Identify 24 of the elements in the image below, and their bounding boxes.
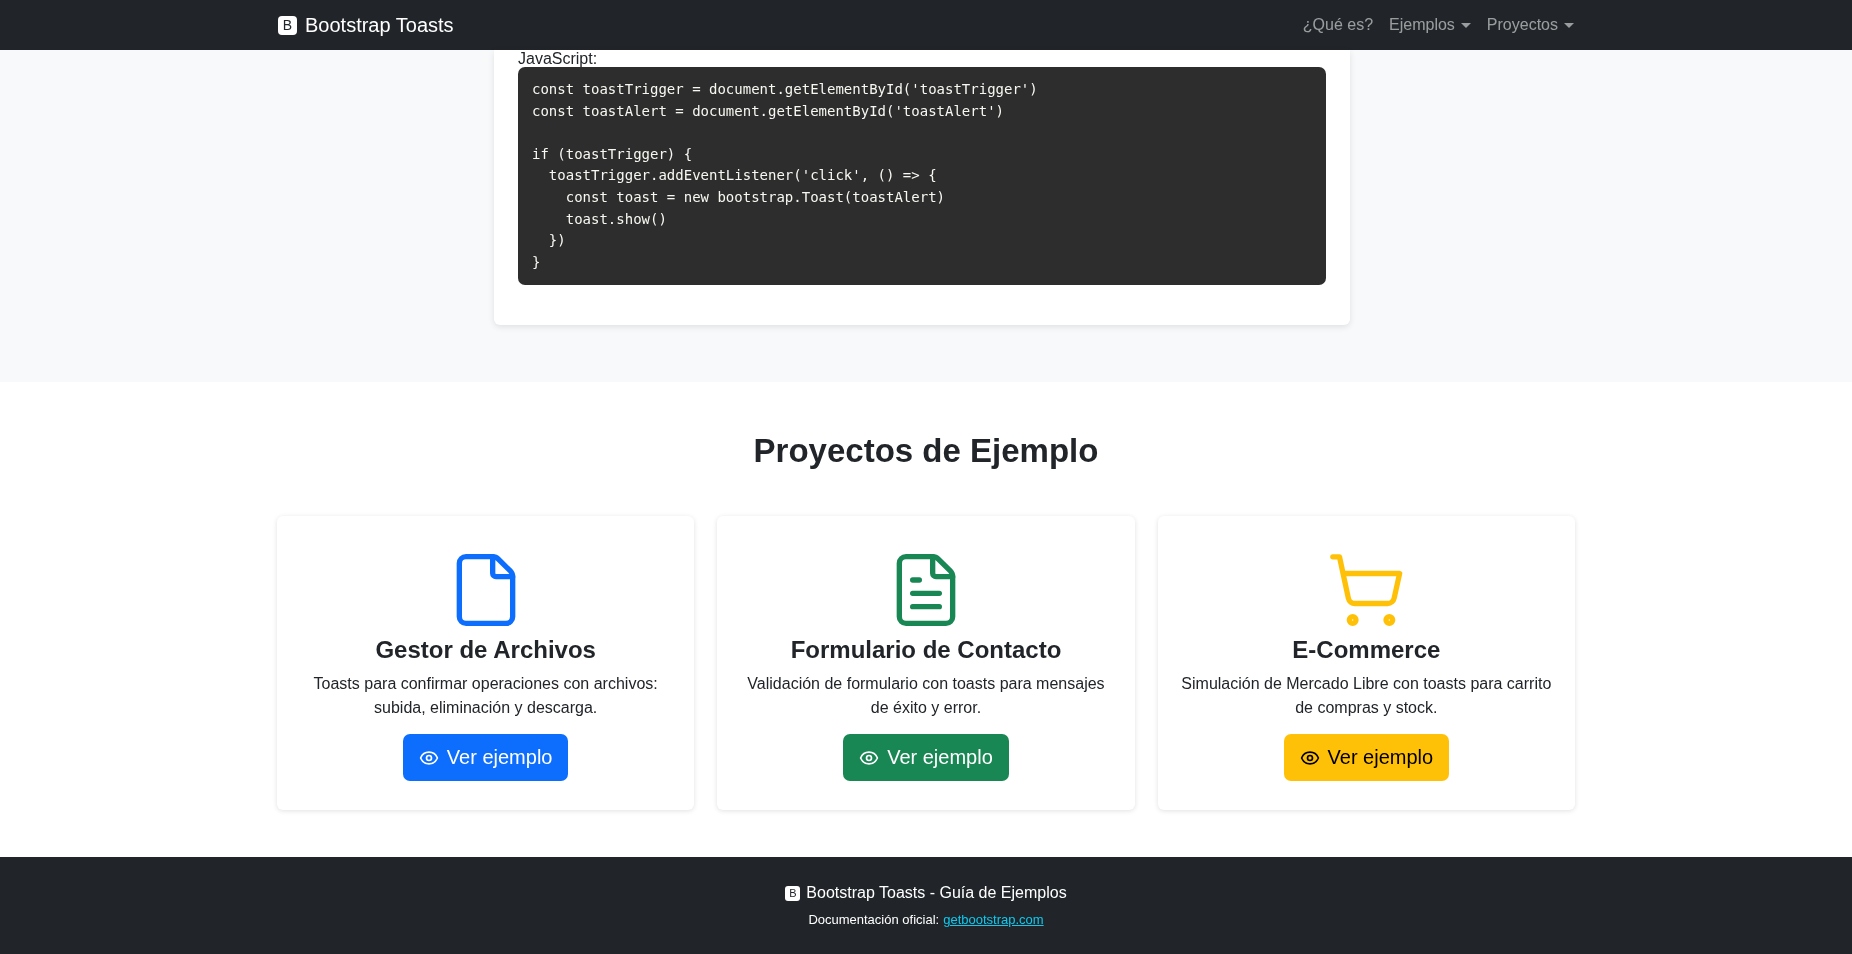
footer-title: Bootstrap Toasts - Guía de Ejemplos	[806, 884, 1067, 902]
card-description: Simulación de Mercado Libre con toasts para carrito de compras y stock.	[1181, 674, 1552, 718]
view-example-button[interactable]: Ver ejemplo	[1283, 734, 1450, 781]
card-description: Validación de formulario con toasts para mensajes de éxito y error.	[746, 674, 1106, 718]
section-heading: Proyectos de Ejemplo	[753, 432, 1099, 470]
caret-icon	[1460, 22, 1471, 28]
brand-text: Bootstrap Toasts	[305, 13, 454, 37]
logo-icon: B	[785, 885, 801, 901]
code-label: JavaScript:	[518, 50, 599, 67]
nav-link[interactable]: ¿Qué es?	[1302, 16, 1374, 34]
logo-icon: B	[278, 15, 297, 35]
brand-link[interactable]: B Bootstrap Toasts	[278, 13, 454, 37]
card-description: Toasts para confirmar operaciones con archivos: subida, eliminación y descarga.	[312, 674, 659, 718]
code-block: const toastTrigger = document.getElementById('toastTrigger') const toastAlert = document.getElementById('toastAlert') if (toastTrigger) { toastTrigger.addEventListener('click', () => { const toast = new bootstrap.Toast(toastAlert) toast.show() }) }	[518, 67, 1326, 286]
view-example-button[interactable]: Ver ejemplo	[843, 734, 1009, 781]
docs-link[interactable]: getbootstrap.com	[943, 912, 1044, 927]
card-title: E-Commerce	[1292, 636, 1441, 664]
view-example-button[interactable]: Ver ejemplo	[402, 734, 569, 781]
card-title: Formulario de Contacto	[790, 636, 1062, 664]
nav-dropdown[interactable]: Ejemplos	[1389, 16, 1471, 34]
nav-dropdown[interactable]: Proyectos	[1486, 16, 1574, 34]
card-title: Gestor de Archivos	[375, 636, 596, 664]
footer-text: Documentación oficial:	[808, 912, 940, 927]
caret-icon	[1564, 22, 1574, 28]
